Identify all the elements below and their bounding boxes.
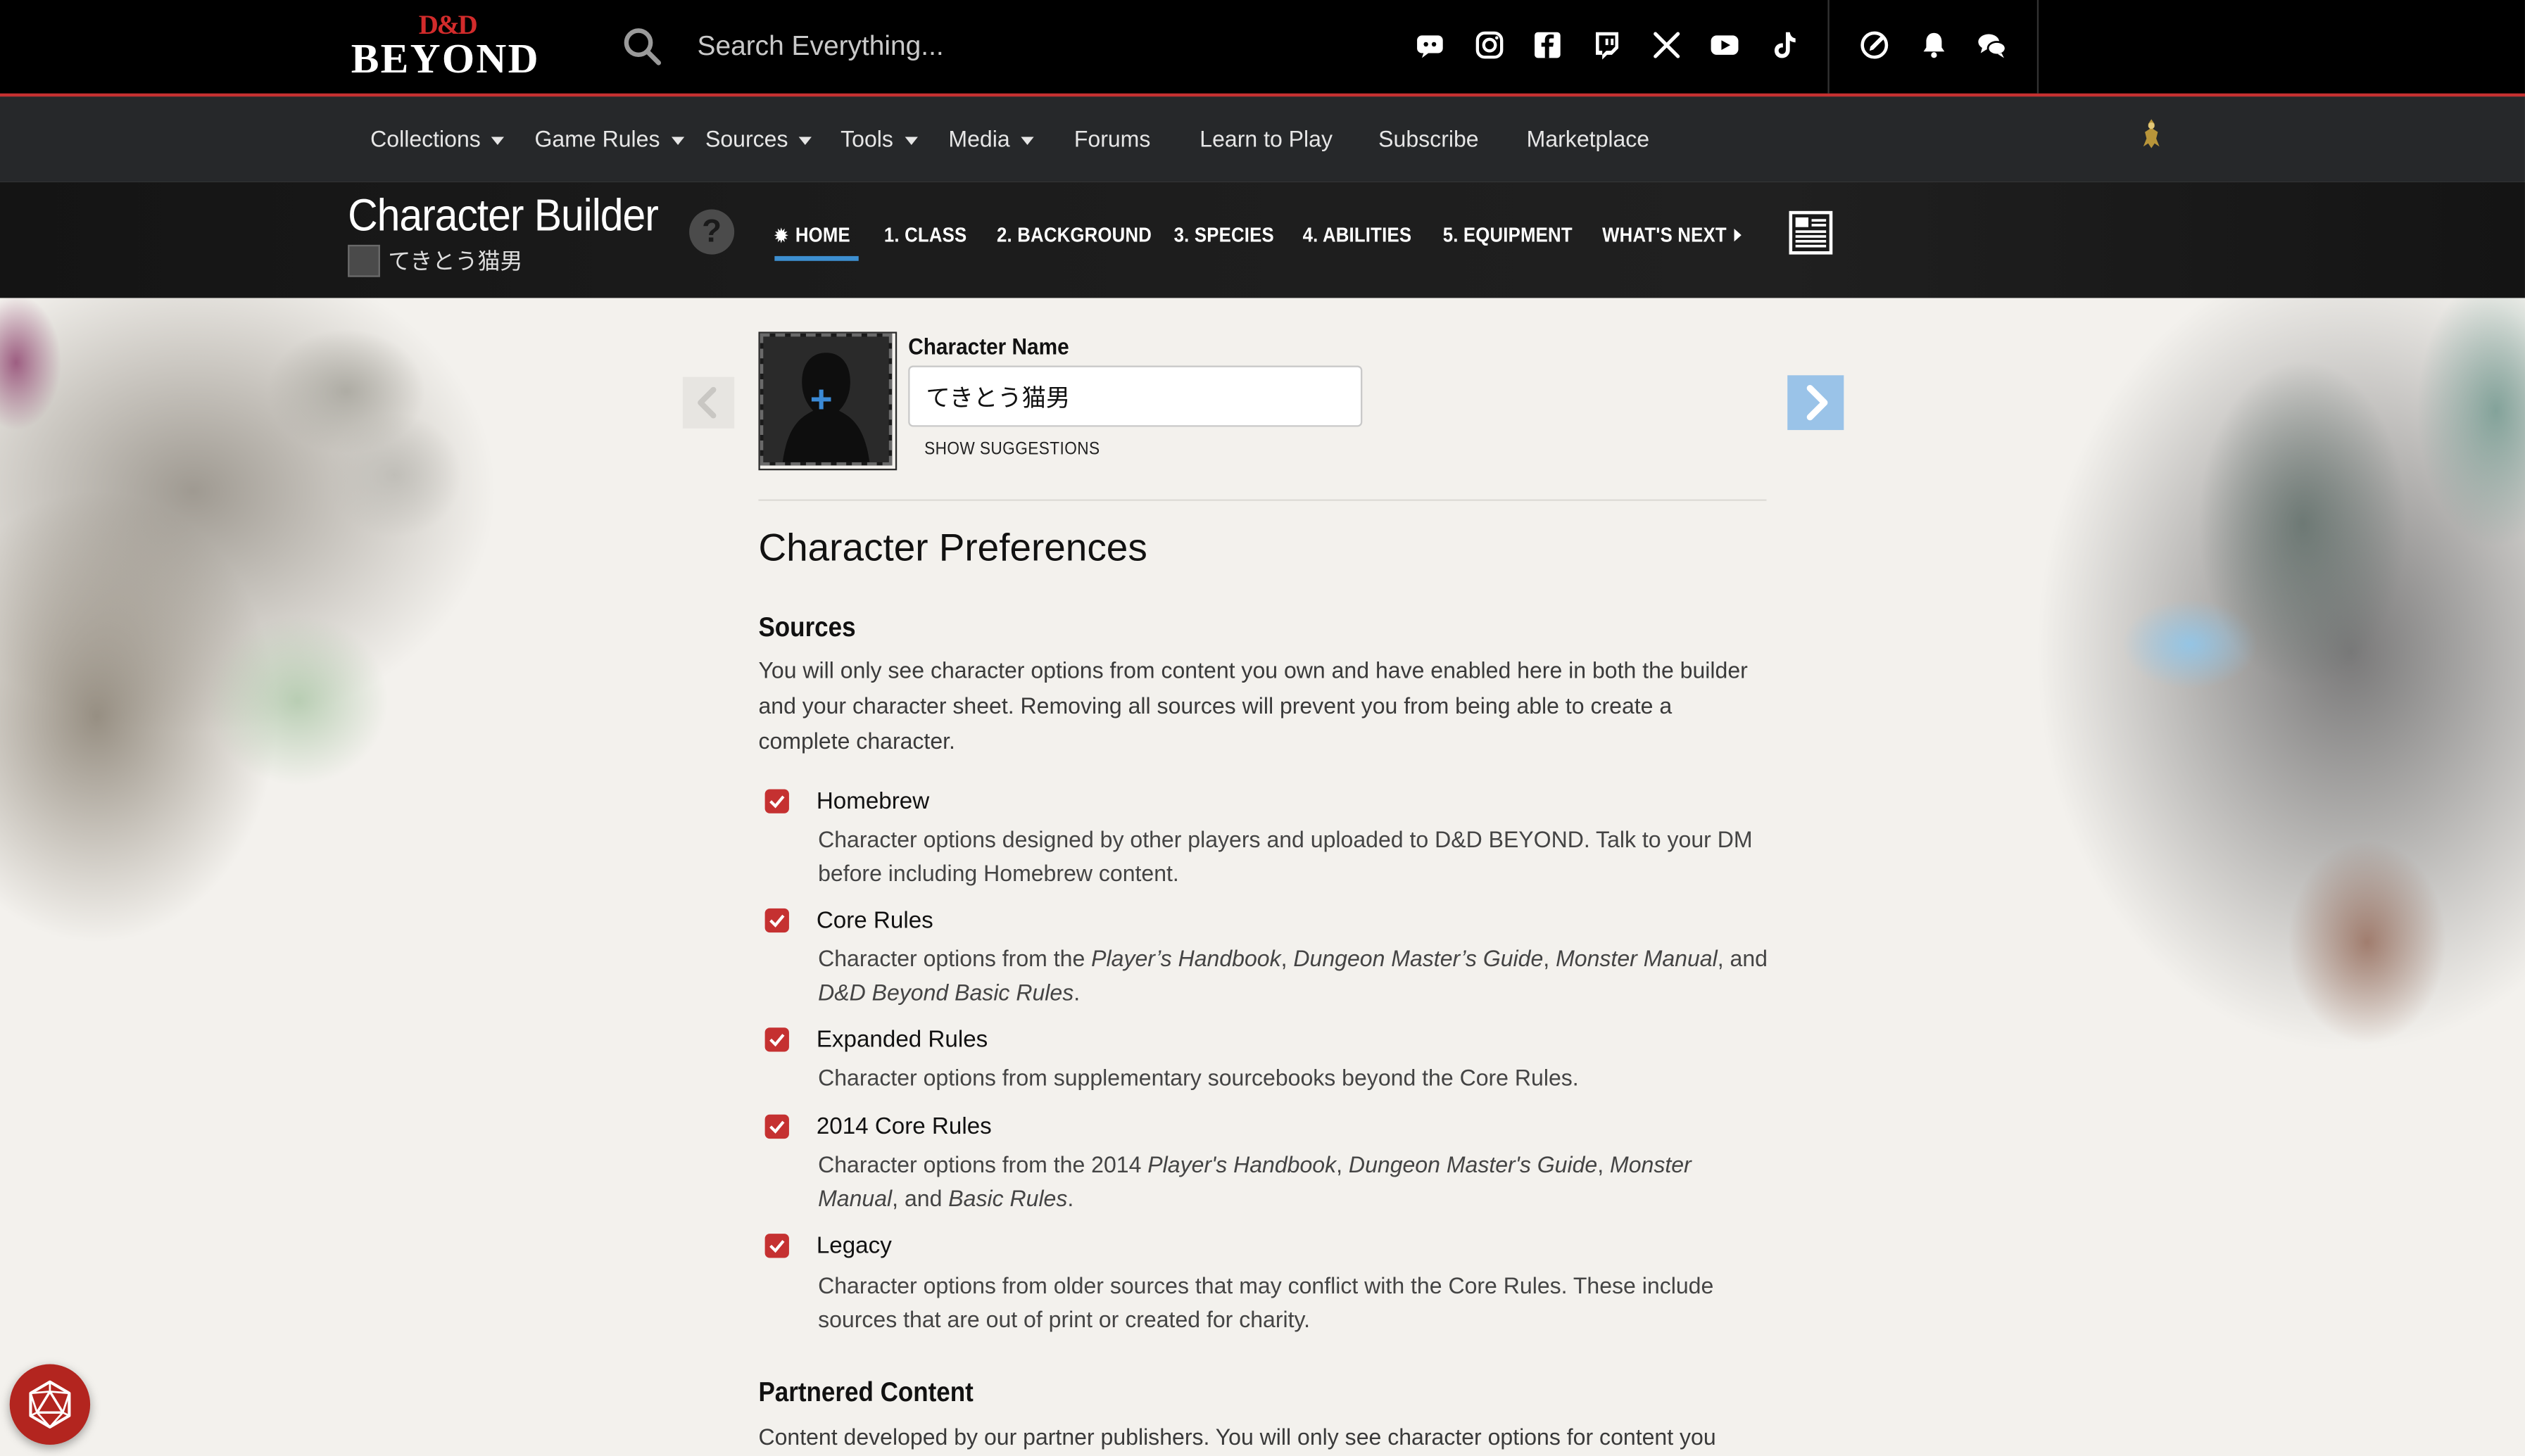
facebook-icon[interactable] (1532, 29, 1564, 61)
prev-step-button[interactable] (682, 376, 735, 429)
step-background[interactable]: 2. BACKGROUND (997, 224, 1152, 246)
character-avatar-thumb (348, 244, 380, 277)
d20-dice-icon (29, 1380, 71, 1429)
nav-label: Forums (1073, 125, 1151, 152)
checkmark-icon (769, 1034, 785, 1047)
nav-label: Marketplace (1526, 125, 1650, 152)
search-input[interactable] (693, 19, 1313, 75)
nav-forums[interactable]: Forums (1074, 126, 1151, 152)
nav-label: Media (948, 125, 1010, 152)
preferences-title: Character Preferences (758, 526, 1147, 571)
header-divider (1827, 0, 1830, 94)
step-class[interactable]: 1. CLASS (884, 224, 966, 246)
core-rules-2014-label: 2014 Core Rules (816, 1114, 992, 1141)
checkmark-icon (769, 1120, 785, 1134)
partnered-content-description: Content developed by our partner publish… (758, 1424, 1716, 1450)
nav-subscribe[interactable]: Subscribe (1378, 126, 1478, 152)
header-divider (2036, 0, 2039, 94)
x-icon[interactable] (1651, 29, 1683, 61)
dnd-beyond-logo[interactable]: D&D BEYOND (351, 10, 551, 82)
core-rules-2014-checkbox[interactable] (764, 1114, 789, 1139)
step-label: HOME (795, 224, 850, 247)
sources-description: You will only see character options from… (758, 657, 1748, 754)
nav-label: Collections (370, 125, 481, 152)
left-dice-artwork (0, 298, 757, 1456)
partnered-content-heading: Partnered Content (758, 1376, 974, 1408)
nav-marketplace[interactable]: Marketplace (1527, 126, 1649, 152)
bell-icon[interactable] (1918, 29, 1951, 61)
chevron-down-icon (799, 136, 812, 144)
next-step-button[interactable] (1787, 375, 1844, 431)
nav-learn-to-play[interactable]: Learn to Play (1199, 126, 1333, 152)
edit-icon[interactable] (1858, 29, 1891, 61)
builder-character-name: てきとう猫男 (388, 248, 523, 274)
nav-game-rules[interactable]: Game Rules (534, 125, 684, 152)
legacy-description: Character options from older sources tha… (818, 1272, 1714, 1332)
chevron-down-icon (491, 136, 505, 144)
chevron-down-icon (904, 136, 918, 144)
chevron-down-icon (1021, 136, 1034, 144)
nav-label: Game Rules (534, 125, 660, 152)
discord-icon[interactable] (1414, 29, 1447, 61)
gear-icon: ✹ (774, 227, 788, 247)
right-adventurers-artwork (1819, 298, 2525, 1456)
homebrew-description: Character options designed by other play… (818, 826, 1753, 886)
logo-beyond-text: BEYOND (351, 35, 540, 82)
add-portrait-icon[interactable]: + (810, 381, 833, 420)
checkmark-icon (769, 1240, 785, 1253)
expanded-rules-description: Character options from supplementary sou… (818, 1064, 1579, 1091)
step-label: WHAT'S NEXT (1602, 224, 1727, 247)
checkmark-icon (769, 914, 785, 928)
help-button[interactable]: ? (689, 209, 735, 255)
nav-label: Sources (705, 125, 788, 152)
step-whats-next[interactable]: WHAT'S NEXT (1602, 224, 1742, 247)
core-rules-checkbox[interactable] (764, 908, 789, 933)
dice-roller-button[interactable] (9, 1364, 91, 1445)
step-abilities[interactable]: 4. ABILITIES (1303, 224, 1412, 246)
legacy-checkbox[interactable] (764, 1234, 789, 1258)
step-home[interactable]: ✹ HOME (774, 224, 859, 261)
user-avatar-icon[interactable] (2137, 116, 2166, 151)
step-equipment[interactable]: 5. EQUIPMENT (1443, 224, 1573, 246)
character-name-label: Character Name (908, 333, 1069, 360)
checkmark-icon (769, 795, 785, 809)
builder-title: Character Builder (348, 190, 659, 241)
nav-label: Learn to Play (1199, 125, 1333, 152)
step-species[interactable]: 3. SPECIES (1174, 224, 1274, 246)
character-sheet-icon[interactable] (1787, 210, 1834, 256)
chevron-left-icon (698, 386, 717, 419)
chevron-right-icon (1806, 384, 1828, 421)
core-rules-2014-description: Character options from the 2014 Player's… (818, 1151, 1692, 1212)
search-icon[interactable] (622, 26, 663, 68)
expanded-rules-label: Expanded Rules (816, 1027, 988, 1053)
chevron-down-icon (671, 136, 684, 144)
legacy-label: Legacy (816, 1234, 892, 1260)
sources-heading: Sources (758, 612, 856, 643)
tiktok-icon[interactable] (1768, 29, 1801, 61)
section-divider (758, 499, 1767, 501)
nav-sources[interactable]: Sources (705, 125, 812, 152)
expanded-rules-checkbox[interactable] (764, 1027, 789, 1052)
core-rules-description: Character options from the Player’s Hand… (818, 945, 1768, 1006)
twitch-icon[interactable] (1591, 29, 1623, 61)
homebrew-label: Homebrew (816, 789, 930, 816)
core-rules-label: Core Rules (816, 908, 933, 935)
instagram-icon[interactable] (1473, 29, 1506, 61)
nav-label: Subscribe (1378, 125, 1479, 152)
nav-label: Tools (840, 125, 893, 152)
character-name-input[interactable] (908, 365, 1363, 427)
chat-icon[interactable] (1976, 29, 2008, 61)
top-bar: D&D BEYOND (0, 0, 2525, 97)
chevron-right-icon (1734, 228, 1742, 242)
show-suggestions-button[interactable]: SHOW SUGGESTIONS (924, 440, 1100, 459)
nav-tools[interactable]: Tools (840, 125, 918, 152)
nav-collections[interactable]: Collections (370, 125, 505, 152)
homebrew-checkbox[interactable] (764, 789, 789, 814)
youtube-icon[interactable] (1708, 29, 1741, 61)
nav-media[interactable]: Media (948, 125, 1034, 152)
